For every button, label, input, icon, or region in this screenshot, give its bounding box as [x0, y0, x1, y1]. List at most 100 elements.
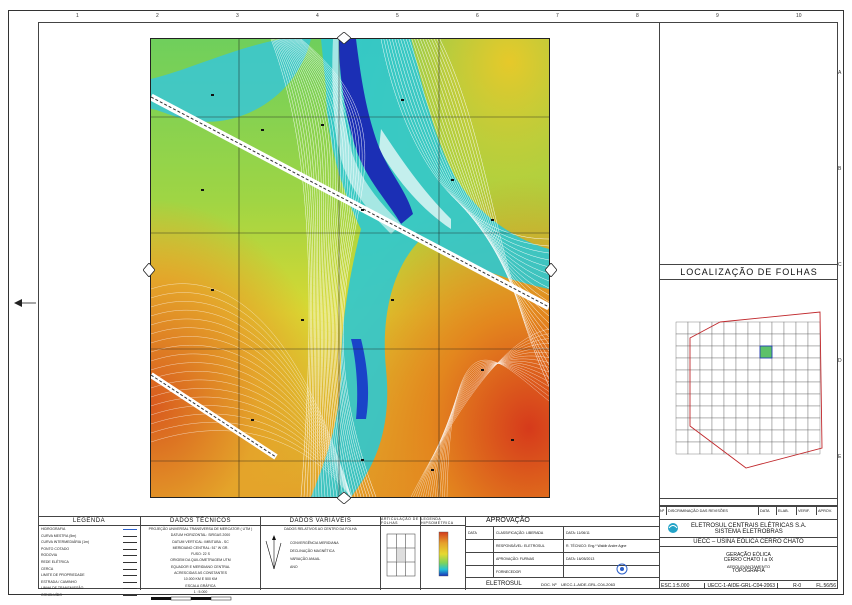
map-marker	[391, 299, 394, 301]
sheet-cell	[711, 369, 725, 383]
map-marker	[261, 129, 264, 131]
topographic-map[interactable]	[149, 38, 551, 498]
legend-item: PONTO COTADO	[38, 546, 140, 553]
sheet-cell	[735, 321, 749, 335]
sheet-cell	[795, 393, 809, 407]
sheet-cell	[723, 357, 737, 371]
column-number: 7	[556, 13, 559, 19]
legend-item-label: ESTRADA / CAMINHO	[41, 579, 77, 584]
row-letter: A	[838, 70, 842, 76]
map-marker	[321, 124, 324, 126]
doc-label: DOC. Nº	[541, 581, 557, 587]
sheet-cell	[699, 345, 713, 359]
sheet-cell	[675, 345, 689, 359]
legend-item: LINHA DE TRANSMISSÃO	[38, 585, 140, 592]
sheet-cell	[699, 405, 713, 419]
sheet-cell	[699, 417, 713, 431]
sheet-cell	[783, 381, 797, 395]
sheet-cell	[807, 441, 821, 455]
approval-row: RESPONSÁVEL: ELETROSUL R. TÉCNICO: Eng.º …	[466, 539, 659, 552]
row-letter: B	[838, 166, 842, 172]
sheet-cell	[807, 357, 821, 371]
sheet-cell	[807, 405, 821, 419]
map-marker	[511, 439, 514, 441]
sheet-cell	[771, 345, 785, 359]
legend-item: RODOVIA	[38, 552, 140, 559]
hypsometric-color-bar	[438, 531, 449, 577]
row-letter: D	[838, 358, 842, 364]
sheet-cell	[723, 393, 737, 407]
sheet-cell	[675, 333, 689, 347]
revision-code: R-0	[793, 582, 802, 589]
sheet-cell	[795, 429, 809, 443]
sheet-number: FL.56/56	[816, 582, 836, 589]
approval-row: DATA CLASSIFICAÇÃO: LIBERADA DATA: 11/06/1…	[466, 526, 659, 539]
legend-symbol-icon	[123, 568, 137, 570]
legend-symbol-icon	[123, 581, 137, 583]
sheet-cell	[807, 393, 821, 407]
legend-symbol-icon	[123, 529, 137, 530]
column-number: 5	[396, 13, 399, 19]
legend-item: CURVA INTERMEDIÁRIA (1m)	[38, 539, 140, 546]
legend-item-label: CONCLUÍDO	[41, 592, 63, 597]
approval-cell	[466, 540, 494, 552]
column-number: 3	[236, 13, 239, 19]
legend-item-label: CURVA INTERMEDIÁRIA (1m)	[41, 540, 90, 545]
sheet-cell	[795, 405, 809, 419]
hypsometry-section: LEGENDA HIPSOMÉTRICA	[421, 517, 466, 590]
drawing-number: UECC-1-AIDE-GRL-C04-2063	[704, 582, 778, 589]
north-marker-icon	[337, 32, 351, 44]
sheet-cell	[699, 381, 713, 395]
row-letter: C	[838, 262, 842, 268]
sheet-cell	[747, 357, 761, 371]
sheet-cell	[723, 369, 737, 383]
legend-symbol-icon	[123, 548, 137, 550]
sheet-cell	[783, 429, 797, 443]
west-marker-icon	[143, 263, 155, 277]
legend-symbol-icon	[123, 575, 137, 577]
sheet-cell	[735, 405, 749, 419]
approval-cell: DATA: 16/05/2013	[566, 557, 595, 561]
sheet-cell	[795, 417, 809, 431]
graphic-scale-icon	[150, 597, 231, 601]
legend-item: CURVA MESTRA (5m)	[38, 533, 140, 540]
east-marker-icon	[545, 263, 557, 277]
map-marker	[251, 419, 254, 421]
sheet-cell	[795, 345, 809, 359]
frame-arrow-icon	[14, 299, 36, 307]
technical-line: 1 : 5.000	[193, 589, 208, 594]
sheet-cell	[807, 369, 821, 383]
articulation-section: ARTICULAÇÃO DE FOLHAS	[381, 517, 421, 590]
variables-subtitle: DADOS RELATIVOS AO CENTRO DA FOLHA	[284, 527, 357, 531]
sheet-cell	[747, 393, 761, 407]
legend-symbol-icon	[123, 542, 137, 544]
sheet-cell	[771, 357, 785, 371]
sheet-cell	[735, 393, 749, 407]
sheet-cell	[735, 357, 749, 371]
legend-item-label: RODOVIA	[41, 553, 58, 558]
sheet-cell	[759, 381, 773, 395]
sheet-cell	[759, 357, 773, 371]
sheet-cell	[675, 417, 689, 431]
legend-item-label: CURVA MESTRA (5m)	[41, 533, 77, 538]
sheet-cell	[759, 369, 773, 383]
legend-item-label: LINHA DE TRANSMISSÃO	[41, 586, 84, 591]
sheet-cell	[759, 393, 773, 407]
variable-line: VARIAÇÃO ANUAL	[290, 556, 321, 561]
sheet-cell	[675, 369, 689, 383]
sheet-location-grid[interactable]	[672, 308, 832, 480]
sheet-cell	[711, 345, 725, 359]
legend-symbol-icon	[123, 594, 137, 596]
column-number: 8	[636, 13, 639, 19]
sheet-cell	[723, 345, 737, 359]
map-marker	[361, 459, 364, 461]
sheet-cell	[675, 441, 689, 455]
variables-title: DADOS VARIÁVEIS	[261, 517, 380, 526]
approval-cell: R. TÉCNICO: Eng.º Waldir Andre Agne	[566, 544, 627, 548]
legend-item: LIMITE DE PROPRIEDADE	[38, 572, 140, 579]
approval-cell: CLASSIFICAÇÃO: LIBERADA	[494, 527, 564, 539]
column-number: 1	[76, 13, 79, 19]
sheet-cell	[723, 405, 737, 419]
sheet-cell	[723, 321, 737, 335]
sheet-cell	[807, 333, 821, 347]
